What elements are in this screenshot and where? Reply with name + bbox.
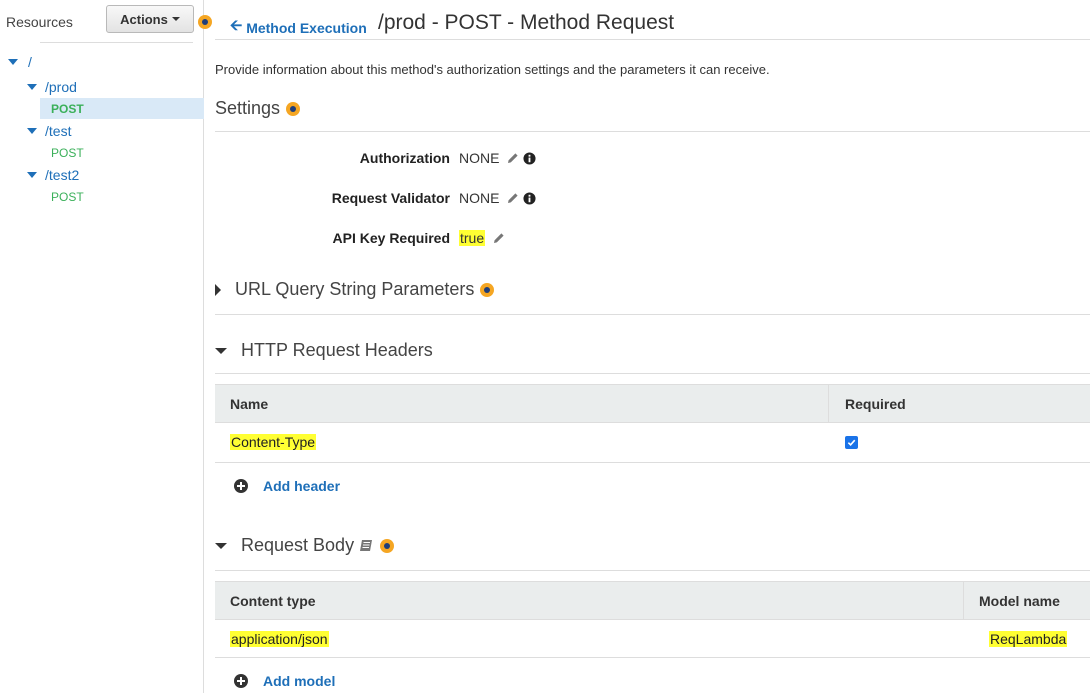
resources-sidebar: Resources Actions / /prod POST /test POS…	[0, 0, 204, 693]
tree-item-prod-label: /prod	[45, 79, 77, 95]
table-header: Content type Model name	[215, 581, 1090, 620]
pencil-icon[interactable]	[507, 192, 519, 204]
settings-heading-label: Settings	[215, 98, 281, 118]
caret-down-icon	[171, 17, 180, 21]
required-cell	[830, 423, 858, 461]
http-headers-heading: HTTP Request Headers	[241, 340, 433, 360]
plus-circle-icon	[234, 479, 248, 493]
expand-caret-icon[interactable]	[27, 172, 37, 178]
model-name-cell[interactable]: ReqLambda	[989, 631, 1068, 647]
tree-item-prod[interactable]: /prod	[27, 76, 77, 98]
tree-item-test[interactable]: /test	[27, 120, 71, 142]
pencil-icon[interactable]	[507, 152, 519, 164]
api-key-required-value-group: true	[459, 230, 505, 246]
column-header-model-name: Model name	[979, 592, 1060, 609]
request-body-divider	[215, 570, 1090, 571]
url-query-section-toggle[interactable]: URL Query String Parameters	[215, 279, 495, 300]
info-dot-icon[interactable]	[480, 282, 495, 297]
sidebar-header: Resources Actions	[0, 0, 204, 43]
table-row: application/json	[215, 620, 329, 658]
tree-item-test-label: /test	[45, 123, 72, 139]
request-body-heading: Request Body	[241, 535, 355, 555]
table-header: Name Required	[215, 384, 1090, 423]
authorization-label: Authorization	[359, 150, 450, 166]
tree-method-test-post[interactable]: POST	[51, 142, 84, 164]
checkbox-checked-icon[interactable]	[845, 435, 858, 449]
book-icon[interactable]	[359, 539, 374, 553]
tree-item-test2[interactable]: /test2	[27, 164, 79, 186]
url-query-divider	[215, 314, 1090, 315]
main-content: 🡨 Method Execution /prod - POST - Method…	[205, 0, 1090, 693]
tree-item-root-label: /	[28, 54, 32, 70]
page-title: /prod - POST - Method Request	[378, 11, 675, 34]
request-validator-value-group: NONE	[459, 190, 536, 206]
tree-method-test2-post[interactable]: POST	[51, 186, 84, 208]
sidebar-divider	[40, 42, 193, 43]
collapsed-caret-icon	[215, 283, 221, 296]
back-arrow-icon: 🡨	[230, 17, 243, 34]
tree-method-prod-post[interactable]: POST	[51, 98, 84, 120]
add-model-button[interactable]: Add model	[234, 673, 335, 689]
sidebar-title: Resources	[6, 14, 73, 30]
back-link-label: Method Execution	[246, 19, 367, 36]
actions-button[interactable]: Actions	[106, 5, 194, 33]
expanded-caret-icon	[215, 542, 227, 549]
add-header-button[interactable]: Add header	[234, 478, 340, 494]
column-header-required: Required	[845, 395, 906, 412]
tree-item-root[interactable]: /	[8, 51, 32, 73]
method-label: POST	[51, 190, 84, 204]
request-body-section-toggle[interactable]: Request Body	[215, 535, 395, 556]
row-divider	[215, 462, 1090, 463]
info-circle-icon[interactable]	[523, 151, 536, 165]
app-root: Resources Actions / /prod POST /test POS…	[0, 0, 1090, 693]
model-name-cell-wrap: ReqLambda	[974, 620, 1068, 658]
settings-heading: Settings	[215, 98, 301, 119]
plus-circle-icon	[234, 674, 248, 688]
info-dot-icon[interactable]	[380, 538, 395, 553]
expand-caret-icon[interactable]	[27, 128, 37, 134]
info-dot-icon[interactable]	[286, 101, 301, 116]
table-row: Content-Type	[215, 423, 317, 461]
column-header-content-type: Content type	[230, 592, 316, 609]
request-validator-value: NONE	[459, 190, 500, 206]
request-validator-label: Request Validator	[331, 190, 450, 206]
row-divider	[215, 657, 1090, 658]
method-label: POST	[51, 146, 84, 160]
column-separator	[828, 385, 829, 422]
tree-item-test2-label: /test2	[45, 167, 80, 183]
expand-caret-icon[interactable]	[8, 59, 18, 65]
column-header-name: Name	[230, 395, 269, 412]
expanded-caret-icon	[215, 347, 227, 354]
authorization-value: NONE	[459, 150, 500, 166]
method-execution-link[interactable]: 🡨 Method Execution	[230, 15, 367, 40]
content-type-cell[interactable]: application/json	[230, 631, 329, 647]
add-model-label: Add model	[263, 673, 336, 689]
http-headers-table: Name Required Content-Type	[215, 384, 1090, 464]
expand-caret-icon[interactable]	[27, 84, 37, 90]
request-body-table: Content type Model name application/json…	[215, 581, 1090, 661]
pencil-icon[interactable]	[493, 232, 505, 244]
http-headers-section-toggle[interactable]: HTTP Request Headers	[215, 340, 433, 361]
info-circle-icon[interactable]	[523, 191, 536, 205]
authorization-value-group: NONE	[459, 150, 536, 166]
api-key-required-value: true	[459, 230, 486, 246]
url-query-heading: URL Query String Parameters	[235, 279, 475, 299]
http-headers-divider	[215, 373, 1090, 374]
settings-divider	[215, 131, 1090, 132]
page-description: Provide information about this method's …	[215, 62, 770, 77]
header-divider	[215, 39, 1090, 40]
api-key-required-label: API Key Required	[332, 230, 450, 246]
actions-label: Actions	[120, 11, 168, 27]
method-label: POST	[51, 102, 84, 116]
header-name-cell[interactable]: Content-Type	[230, 434, 317, 450]
add-header-label: Add header	[263, 478, 341, 494]
